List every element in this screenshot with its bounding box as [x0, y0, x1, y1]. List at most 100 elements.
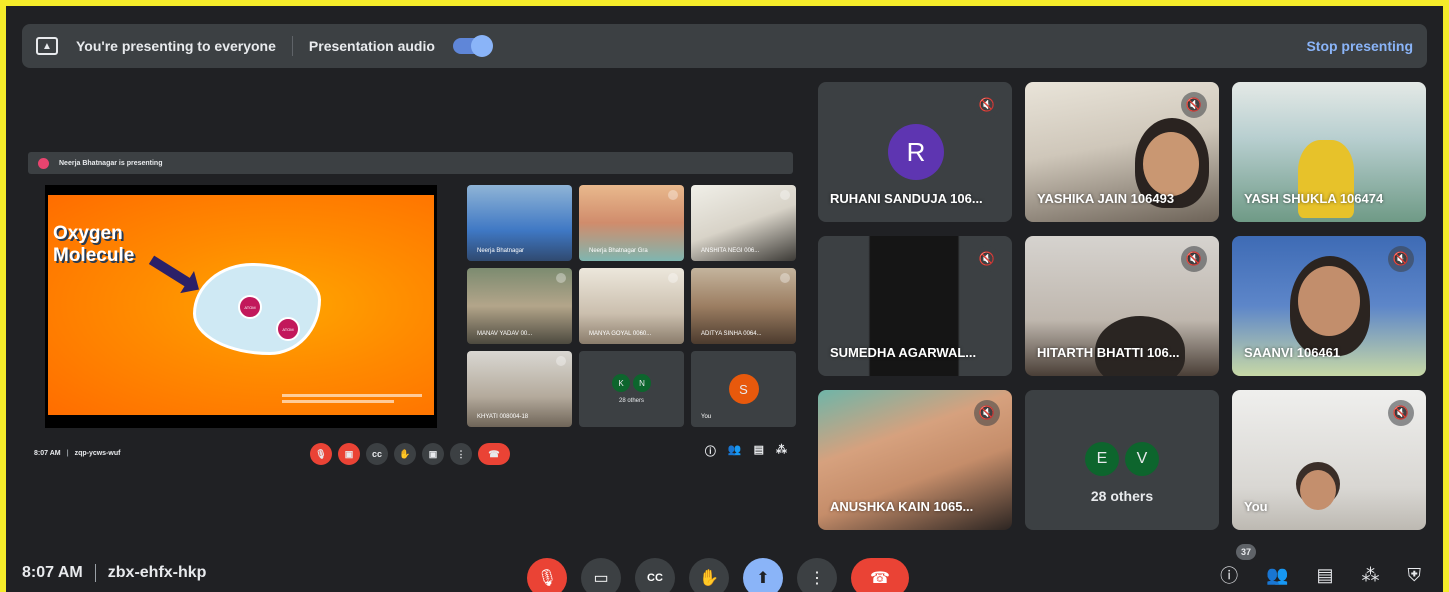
- mic-off-icon: 🎙: [536, 570, 558, 587]
- participant-tile-others[interactable]: E V 28 others: [1025, 390, 1219, 530]
- slide-caption: [282, 394, 422, 403]
- raise-hand-icon: ✋: [699, 570, 719, 587]
- present-icon: ▣: [422, 443, 444, 465]
- people-icon: 👥: [727, 444, 742, 456]
- shared-divider: |: [66, 449, 69, 457]
- camera-toggle-button[interactable]: ▭: [581, 558, 621, 592]
- captions-icon: CC: [647, 572, 663, 584]
- presenter-avatar: [38, 157, 49, 169]
- banner-divider: [291, 36, 293, 56]
- participants-count-badge: 37: [1236, 544, 1256, 560]
- slide-title: Oxygen Molecule: [53, 223, 134, 267]
- info-icon[interactable]: ⓘ: [1220, 562, 1238, 588]
- participant-tile[interactable]: 🔇 HITARTH BHATTI 106...: [1025, 236, 1219, 376]
- mini-tile-others[interactable]: K N 28 others: [579, 351, 684, 427]
- people-icon[interactable]: 👥: [1266, 565, 1288, 586]
- captions-icon: cc: [366, 443, 388, 465]
- participant-tile[interactable]: 🔇 SAANVI 106461: [1232, 236, 1426, 376]
- participant-name: ANUSHKA KAIN 1065...: [830, 499, 974, 514]
- mini-tile-self[interactable]: S You: [691, 351, 796, 427]
- camera-icon: ▭: [593, 570, 609, 587]
- mini-tile[interactable]: ADITYA SINHA 0064...: [691, 268, 796, 344]
- participant-tile[interactable]: YASH SHUKLA 106474: [1232, 82, 1426, 222]
- arrow-graphic: [148, 255, 194, 289]
- mini-tile[interactable]: Neerja Bhatnagar: [467, 185, 572, 261]
- mini-tile-name: MANAV YADAV 00...: [477, 331, 533, 337]
- self-avatar: S: [728, 374, 759, 404]
- mic-toggle-button[interactable]: 🎙: [527, 558, 567, 592]
- participant-tile[interactable]: R 🔇 RUHANI SANDUJA 106...: [818, 82, 1012, 222]
- participant-name: YASHIKA JAIN 106493: [1037, 191, 1175, 206]
- participant-initial: E: [1085, 442, 1119, 476]
- mini-tile-name: Neerja Bhatnagar: [477, 248, 525, 254]
- more-icon: ⋮: [450, 443, 472, 465]
- slide-title-line1: Oxygen: [53, 223, 123, 244]
- present-button[interactable]: ⬆: [743, 558, 783, 592]
- meet-window: ▲ You're presenting to everyone Presenta…: [6, 6, 1443, 592]
- presentation-audio-toggle[interactable]: [452, 35, 493, 57]
- mic-muted-icon: 🔇: [974, 400, 1000, 426]
- shared-meeting-code: zqp-ycws-wuf: [74, 449, 121, 457]
- participant-avatar: R: [888, 124, 944, 180]
- participant-tile-self[interactable]: 🔇 You: [1232, 390, 1426, 530]
- info-icon: ⓘ: [704, 446, 716, 458]
- participant-video: [1298, 140, 1354, 218]
- more-icon: ⋮: [809, 570, 825, 587]
- shared-controls: 🎙 ▣ cc ✋ ▣ ⋮ ☎: [310, 443, 510, 465]
- clock: 8:07 AM: [22, 564, 83, 581]
- presentation-slide: Oxygen Molecule ATOM ATOM: [45, 185, 437, 428]
- raise-hand-icon: ✋: [394, 443, 416, 465]
- atom-graphic: ATOM: [238, 295, 262, 319]
- mic-muted-icon: 🔇: [974, 92, 1000, 118]
- presenting-banner: ▲ You're presenting to everyone Presenta…: [22, 24, 1427, 68]
- shared-participant-grid: Neerja Bhatnagar Neerja Bhatnagar Gra AN…: [467, 185, 796, 427]
- others-count: 28 others: [618, 398, 645, 404]
- host-controls-icon[interactable]: ⛨: [1408, 565, 1422, 586]
- mini-tile[interactable]: Neerja Bhatnagar Gra: [579, 185, 684, 261]
- mic-muted-icon: [556, 273, 566, 283]
- mini-tile[interactable]: ANSHITA NEGI 006...: [691, 185, 796, 261]
- participant-face: [1143, 132, 1199, 196]
- mini-tile[interactable]: KHYATI 008004-18: [467, 351, 572, 427]
- present-icon: ⬆: [756, 570, 770, 587]
- mini-tile[interactable]: MANYA GOYAL 0060...: [579, 268, 684, 344]
- participant-tile[interactable]: 🔇 SUMEDHA AGARWAL...: [818, 236, 1012, 376]
- end-call-icon: ☎: [478, 443, 510, 465]
- raise-hand-button[interactable]: ✋: [689, 558, 729, 592]
- mic-muted-icon: 🔇: [1181, 92, 1207, 118]
- mic-muted-icon: 🔇: [1181, 246, 1207, 272]
- chat-icon: ▤: [753, 444, 764, 456]
- captions-button[interactable]: CC: [635, 558, 675, 592]
- side-panel-controls: ⓘ 👥 ▤ ⁂ ⛨: [1220, 562, 1421, 588]
- participant-name: You: [1244, 499, 1268, 514]
- participant-initial: V: [1125, 442, 1159, 476]
- activities-icon[interactable]: ⁂: [1362, 565, 1380, 586]
- stop-presenting-button[interactable]: Stop presenting: [1306, 38, 1413, 54]
- shared-clock: 8:07 AM: [34, 449, 61, 457]
- more-options-button[interactable]: ⋮: [797, 558, 837, 592]
- presenter-text: Neerja Bhatnagar is presenting: [59, 159, 163, 167]
- meeting-divider: [94, 564, 96, 582]
- mini-tile[interactable]: MANAV YADAV 00...: [467, 268, 572, 344]
- shared-screen: Neerja Bhatnagar is presenting Oxygen Mo…: [28, 152, 796, 468]
- mic-muted-icon: [556, 356, 566, 366]
- participant-tile[interactable]: 🔇 ANUSHKA KAIN 1065...: [818, 390, 1012, 530]
- mini-tile-name: MANYA GOYAL 0060...: [589, 331, 652, 337]
- mic-muted-icon: 🔇: [1388, 246, 1414, 272]
- activities-icon: ⁂: [776, 444, 787, 456]
- chat-icon[interactable]: ▤: [1316, 565, 1333, 586]
- participant-initial: K: [612, 374, 630, 392]
- others-count: 28 others: [1090, 488, 1154, 504]
- participant-face: [1300, 470, 1336, 510]
- mini-tile-name: Neerja Bhatnagar Gra: [589, 248, 648, 254]
- meeting-code: zbx-ehfx-hkp: [107, 564, 207, 581]
- shared-footer: 8:07 AM | zqp-ycws-wuf 🎙 ▣ cc ✋ ▣ ⋮ ☎ ⓘ …: [28, 438, 793, 468]
- participant-name: HITARTH BHATTI 106...: [1037, 345, 1180, 360]
- present-screen-icon: ▲: [36, 37, 58, 55]
- leave-call-button[interactable]: ☎: [851, 558, 909, 592]
- mic-muted-icon: 🔇: [974, 246, 1000, 272]
- participant-tile[interactable]: 🔇 YASHIKA JAIN 106493: [1025, 82, 1219, 222]
- presenting-text: You're presenting to everyone: [76, 38, 276, 54]
- mini-tile-name: You: [701, 414, 712, 420]
- slide-content: Oxygen Molecule ATOM ATOM: [48, 195, 434, 415]
